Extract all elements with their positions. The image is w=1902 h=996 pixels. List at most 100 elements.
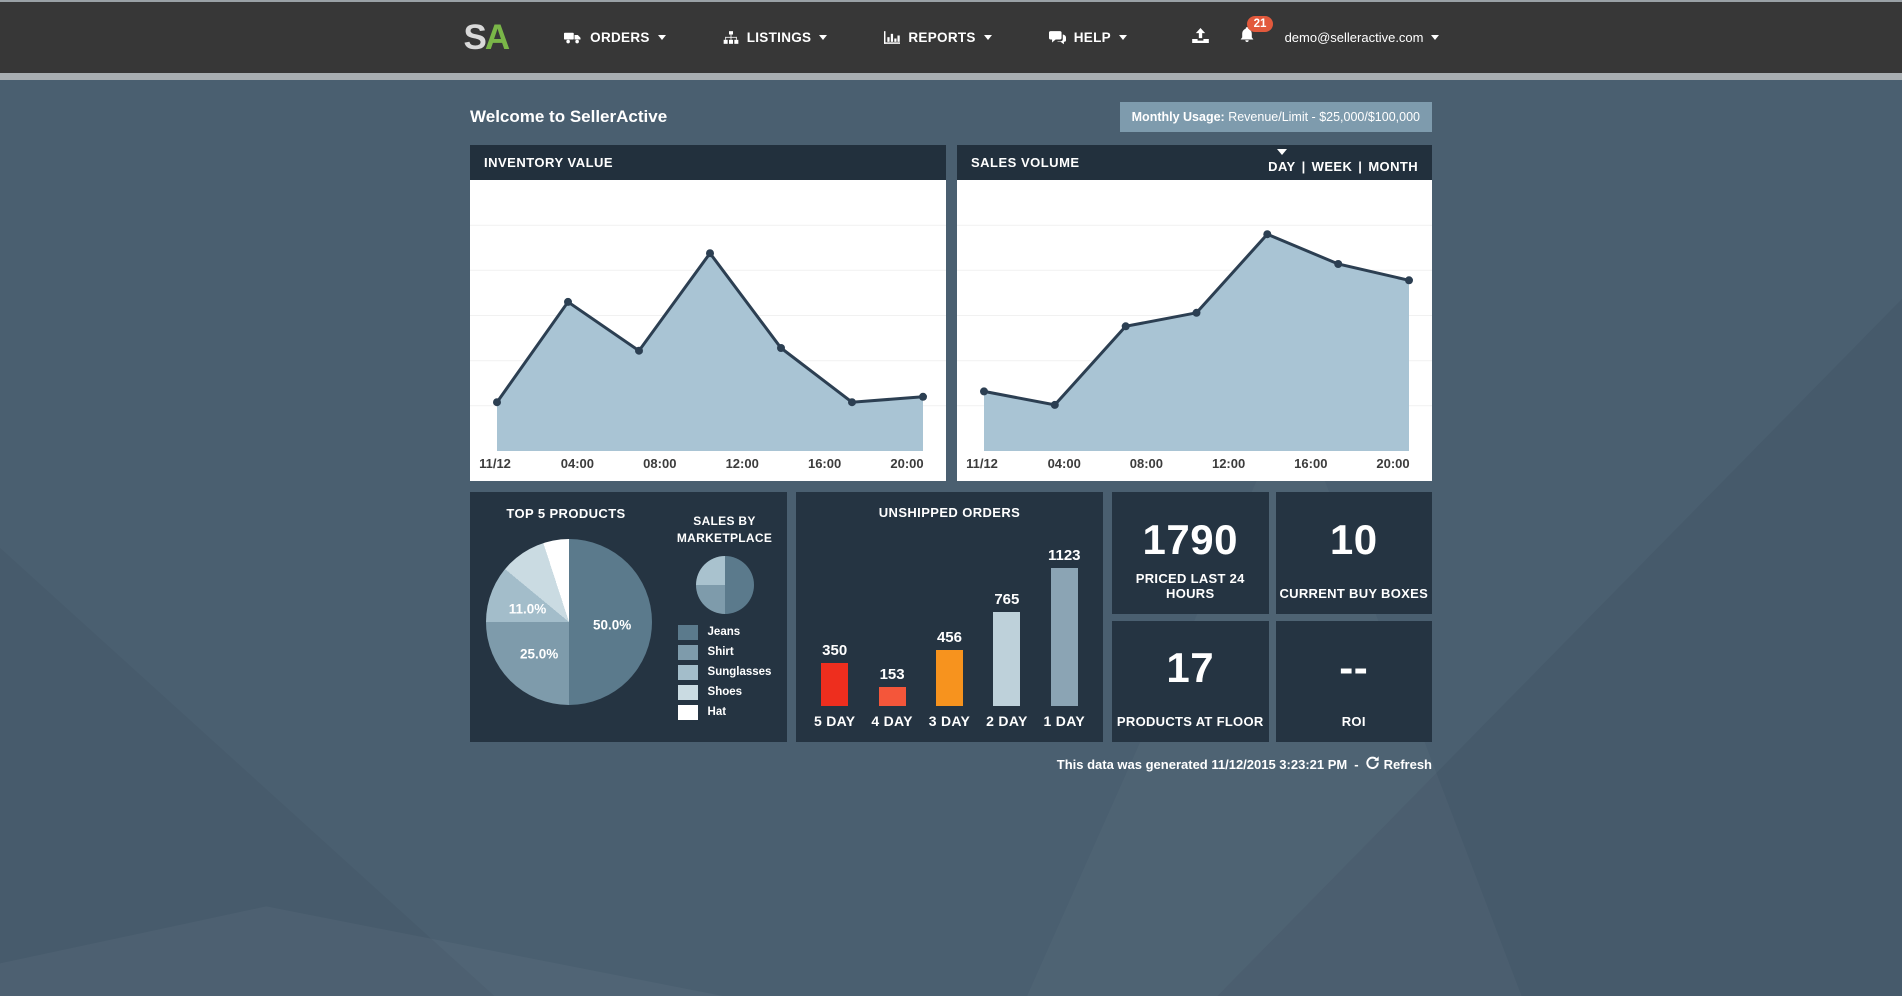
inventory-value-panel: INVENTORY VALUE 11/12 04:00 08:00 12:00 16:0… bbox=[470, 145, 946, 481]
sales-by-marketplace-title: SALES BY MARKETPLACE bbox=[676, 514, 773, 545]
period-switch: DAY | WEEK | MONTH bbox=[1268, 148, 1418, 174]
period-option-week[interactable]: WEEK bbox=[1312, 159, 1353, 174]
truck-icon bbox=[564, 31, 582, 45]
x-axis-tick: 11/12 bbox=[966, 456, 998, 471]
legend-item-jeans: Jeans bbox=[677, 624, 772, 640]
bar-category: 2 DAY bbox=[986, 713, 1028, 729]
bar-5-day: 350 5 DAY bbox=[814, 536, 855, 730]
top-5-products-title: TOP 5 PRODUCTS bbox=[506, 506, 626, 521]
legend-label: Shoes bbox=[707, 686, 743, 699]
inventory-value-chart bbox=[470, 180, 946, 451]
bar bbox=[821, 663, 849, 706]
inventory-value-x-axis: 11/12 04:00 08:00 12:00 16:00 20:00 bbox=[470, 451, 946, 481]
notifications-button[interactable]: 21 bbox=[1239, 15, 1274, 49]
nav-item-listings[interactable]: LISTINGS bbox=[723, 30, 828, 45]
footer-separator: - bbox=[1354, 756, 1359, 772]
stat-label: PRICED LAST 24 HOURS bbox=[1135, 570, 1245, 601]
nav-item-label: LISTINGS bbox=[746, 30, 812, 45]
bar-value: 456 bbox=[936, 629, 962, 646]
legend-label: Hat bbox=[707, 706, 727, 719]
bar-category: 4 DAY bbox=[871, 713, 913, 729]
stat-value: 1790 bbox=[1142, 515, 1238, 563]
refresh-button[interactable]: Refresh bbox=[1365, 756, 1432, 772]
logo-letter-s: S bbox=[463, 18, 487, 57]
x-axis-tick: 08:00 bbox=[643, 456, 677, 471]
bar-value: 1123 bbox=[1047, 547, 1081, 564]
stat-label: ROI bbox=[1341, 714, 1366, 729]
unshipped-orders-bars: 350 5 DAY 153 4 DAY 456 3 DAY 765 2 DAY 1123 1 DA… bbox=[806, 536, 1093, 730]
legend-item-sunglasses: Sunglasses bbox=[677, 664, 772, 680]
nav-item-reports[interactable]: REPORTS bbox=[884, 30, 992, 45]
nav-item-orders[interactable]: ORDERS bbox=[564, 30, 666, 45]
legend-item-shoes: Shoes bbox=[677, 684, 772, 700]
refresh-label: Refresh bbox=[1383, 756, 1432, 772]
upload-icon bbox=[1191, 27, 1209, 48]
bar-value: 765 bbox=[994, 591, 1020, 608]
nav-item-help[interactable]: HELP bbox=[1048, 30, 1127, 45]
x-axis-tick: 16:00 bbox=[807, 456, 842, 471]
bar bbox=[1050, 568, 1078, 706]
upload-button[interactable] bbox=[1191, 27, 1209, 48]
bar-1-day: 1123 1 DAY bbox=[1044, 536, 1085, 730]
account-menu[interactable]: demo@selleractive.com bbox=[1285, 30, 1439, 45]
stat-label: CURRENT BUY BOXES bbox=[1279, 585, 1429, 601]
top-5-products-panel: TOP 5 PRODUCTS 50.0% 25.0% 11.0% SALES BY M… bbox=[470, 492, 787, 742]
top-5-products-pie: 50.0% 25.0% 11.0% bbox=[486, 539, 652, 705]
sales-volume-title: SALES VOLUME bbox=[971, 155, 1080, 170]
stat-tile-priced-last-24-hours: 1790 PRICED LAST 24 HOURS bbox=[1112, 492, 1269, 614]
unshipped-orders-title: UNSHIPPED ORDERS bbox=[878, 505, 1021, 520]
stat-label: PRODUCTS AT FLOOR bbox=[1116, 714, 1264, 729]
legend-swatch bbox=[677, 664, 698, 680]
account-email: demo@selleractive.com bbox=[1284, 30, 1424, 45]
sales-volume-chart bbox=[957, 180, 1432, 451]
x-axis-tick: 12:00 bbox=[1211, 456, 1246, 471]
bar bbox=[993, 612, 1021, 706]
top-navbar: SA ORDERS LISTINGS REPORTS HELP 21 demo@sel… bbox=[0, 2, 1902, 73]
bar-4-day: 153 4 DAY bbox=[871, 536, 912, 730]
caret-down-icon bbox=[819, 35, 828, 40]
x-axis-tick: 04:00 bbox=[560, 456, 595, 471]
page-title: Welcome to SellerActive bbox=[470, 107, 668, 126]
bar-value: 153 bbox=[879, 666, 905, 683]
stat-tile-products-at-floor: 17 PRODUCTS AT FLOOR bbox=[1112, 620, 1269, 742]
pie-slice-label: 25.0% bbox=[519, 646, 559, 662]
bar-2-day: 765 2 DAY bbox=[986, 536, 1027, 730]
stat-value: -- bbox=[1339, 644, 1369, 692]
bar-category: 3 DAY bbox=[928, 713, 971, 729]
stat-value: 17 bbox=[1166, 644, 1215, 692]
chat-icon bbox=[1048, 30, 1066, 45]
notification-count-badge: 21 bbox=[1246, 15, 1274, 32]
x-axis-tick: 08:00 bbox=[1129, 456, 1164, 471]
period-option-month[interactable]: MONTH bbox=[1368, 159, 1418, 174]
sales-by-marketplace-pie bbox=[695, 555, 754, 614]
caret-down-icon bbox=[1277, 148, 1288, 155]
pie-slice-label: 11.0% bbox=[508, 601, 547, 617]
caret-down-icon bbox=[1118, 35, 1127, 40]
legend-label: Shirt bbox=[707, 646, 734, 659]
monthly-usage-badge: Monthly Usage: Revenue/Limit - $25,000/$… bbox=[1119, 102, 1432, 132]
sitemap-icon bbox=[723, 31, 739, 44]
inventory-value-title: INVENTORY VALUE bbox=[484, 155, 614, 170]
selleractive-logo[interactable]: SA bbox=[463, 18, 511, 57]
sales-volume-x-axis: 11/12 04:00 08:00 12:00 16:00 20:00 bbox=[957, 451, 1432, 481]
x-axis-tick: 04:00 bbox=[1047, 456, 1081, 471]
legend-label: Sunglasses bbox=[707, 666, 772, 679]
caret-down-icon bbox=[1430, 35, 1439, 40]
refresh-icon bbox=[1365, 756, 1379, 772]
period-option-day[interactable]: DAY bbox=[1268, 159, 1295, 174]
stat-tile-current-buy-boxes: 10 CURRENT BUY BOXES bbox=[1275, 492, 1432, 614]
caret-down-icon bbox=[657, 35, 666, 40]
bar bbox=[935, 650, 963, 706]
stat-value: 10 bbox=[1329, 515, 1378, 563]
x-axis-tick: 20:00 bbox=[1376, 456, 1410, 471]
pie-legend: Jeans Shirt Sunglasses Shoes Hat bbox=[677, 624, 772, 725]
x-axis-tick: 16:00 bbox=[1294, 456, 1328, 471]
logo-letter-a: A bbox=[484, 18, 510, 57]
bar-category: 1 DAY bbox=[1043, 713, 1085, 729]
x-axis-tick: 12:00 bbox=[725, 456, 759, 471]
monthly-usage-value: Revenue/Limit - $25,000/$100,000 bbox=[1228, 110, 1420, 124]
legend-label: Jeans bbox=[707, 626, 741, 639]
x-axis-tick: 20:00 bbox=[890, 456, 924, 471]
bar-value: 350 bbox=[822, 642, 848, 659]
period-separator: | bbox=[1301, 158, 1306, 174]
